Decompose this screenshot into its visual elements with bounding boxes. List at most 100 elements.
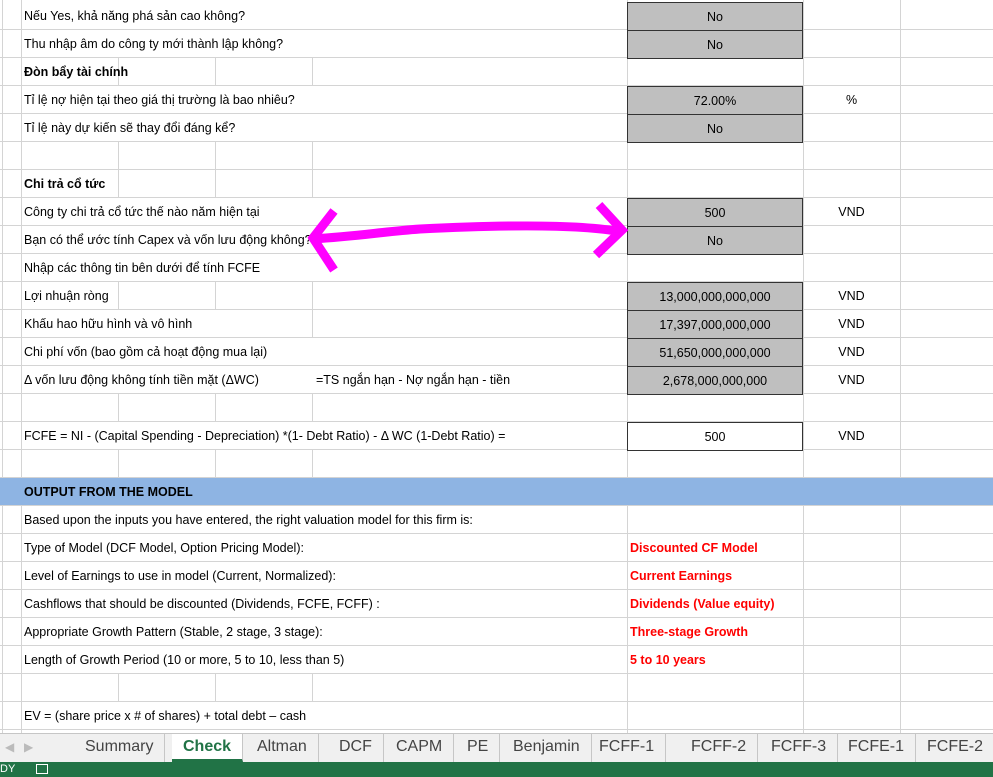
cell-gridline xyxy=(215,674,216,702)
tab-scroll-right-icon[interactable]: ▶ xyxy=(24,740,33,754)
table-row: Cashflows that should be discounted (Div… xyxy=(0,590,993,618)
table-row xyxy=(0,674,993,702)
spreadsheet-grid[interactable]: Nếu Yes, khả năng phá sản cao không? No Th… xyxy=(0,0,993,733)
tab-dcf[interactable]: DCF xyxy=(328,734,384,762)
cell-gridline xyxy=(215,394,216,422)
row-label: Nhập các thông tin bên dưới để tính FCFE xyxy=(24,261,261,275)
tab-summary[interactable]: Summary xyxy=(74,734,166,762)
cell-gridline xyxy=(118,142,119,170)
cell-gridline xyxy=(312,170,313,198)
cell-gridline xyxy=(312,394,313,422)
table-row: Khấu hao hữu hình và vô hình 17,397,000,0… xyxy=(0,310,993,339)
table-row: Công ty chi trả cổ tức thế nào năm hiện … xyxy=(0,198,993,227)
table-row: Nếu Yes, khả năng phá sản cao không? No xyxy=(0,2,993,31)
table-row: Lợi nhuận ròng 13,000,000,000,000 VND xyxy=(0,282,993,311)
tab-scroll-left-icon[interactable]: ◀ xyxy=(5,740,14,754)
cell-gridline xyxy=(215,58,216,86)
row-label: Type of Model (DCF Model, Option Pricing… xyxy=(24,541,304,555)
input-cell[interactable]: No xyxy=(627,226,803,255)
table-row: FCFE = NI - (Capital Spending - Deprecia… xyxy=(0,422,993,451)
input-cell[interactable]: 51,650,000,000,000 xyxy=(627,338,803,367)
row-label: Length of Growth Period (10 or more, 5 t… xyxy=(24,653,345,667)
row-label: Chi trả cổ tức xyxy=(24,177,106,191)
table-row: Thu nhập âm do công ty mới thành lập khô… xyxy=(0,30,993,59)
cell-gridline xyxy=(312,310,313,338)
table-row: Đòn bẩy tài chính xyxy=(0,58,993,86)
row-label: Δ vốn lưu động không tính tiền mặt (ΔWC) xyxy=(24,373,259,387)
unit-label: % xyxy=(845,93,858,107)
cell-gridline xyxy=(118,394,119,422)
row-label: Level of Earnings to use in model (Curre… xyxy=(24,569,336,583)
tab-altman[interactable]: Altman xyxy=(246,734,319,762)
table-row: Δ vốn lưu động không tính tiền mặt (ΔWC)… xyxy=(0,366,993,395)
row-label: Khấu hao hữu hình và vô hình xyxy=(24,317,193,331)
table-row: EV = (share price x # of shares) + total… xyxy=(0,702,993,730)
sheet-tab-bar: ◀ ▶ Summary Check Altman DCF CAPM PE Benjamin F… xyxy=(0,733,993,762)
cell-gridline xyxy=(118,282,119,310)
row-label: Thu nhập âm do công ty mới thành lập khô… xyxy=(24,37,284,51)
input-cell[interactable]: 13,000,000,000,000 xyxy=(627,282,803,311)
unit-label: VND xyxy=(838,289,865,303)
cell-gridline xyxy=(118,450,119,478)
row-label: Bạn có thể ước tính Capex và vốn lưu độn… xyxy=(24,233,312,247)
cell-gridline xyxy=(215,142,216,170)
cell-gridline xyxy=(312,58,313,86)
row-label: Tỉ lệ nợ hiện tại theo giá thị trường là… xyxy=(24,93,295,107)
row-label: Công ty chi trả cổ tức thế nào năm hiện … xyxy=(24,205,260,219)
tab-fcfe-2[interactable]: FCFE-2 xyxy=(916,734,993,762)
row-label: Appropriate Growth Pattern (Stable, 2 st… xyxy=(24,625,323,639)
formula-note: =TS ngắn hạn - Nợ ngắn hạn - tiền xyxy=(316,373,511,387)
tab-pe[interactable]: PE xyxy=(456,734,501,762)
input-cell[interactable]: 72.00% xyxy=(627,86,803,115)
cell-gridline xyxy=(118,674,119,702)
table-row: Tỉ lệ nợ hiện tại theo giá thị trường là… xyxy=(0,86,993,115)
tab-capm[interactable]: CAPM xyxy=(385,734,455,762)
input-cell[interactable]: 500 xyxy=(627,422,803,451)
model-result: Three-stage Growth xyxy=(630,625,749,639)
input-cell[interactable]: No xyxy=(627,2,803,31)
cell-gridline xyxy=(215,170,216,198)
model-result: Current Earnings xyxy=(630,569,733,583)
row-label: Based upon the inputs you have entered, … xyxy=(24,513,473,527)
tab-fcff-2[interactable]: FCFF-2 xyxy=(680,734,759,762)
cell-gridline xyxy=(312,142,313,170)
table-row xyxy=(0,394,993,422)
table-row: Length of Growth Period (10 or more, 5 t… xyxy=(0,646,993,674)
input-cell[interactable]: 2,678,000,000,000 xyxy=(627,366,803,395)
tab-benjamin[interactable]: Benjamin xyxy=(502,734,592,762)
table-row: Based upon the inputs you have entered, … xyxy=(0,506,993,534)
unit-label: VND xyxy=(838,345,865,359)
table-row: Appropriate Growth Pattern (Stable, 2 st… xyxy=(0,618,993,646)
cell-gridline xyxy=(312,282,313,310)
cell-gridline xyxy=(312,450,313,478)
table-row: Tỉ lệ này dự kiến sẽ thay đổi đáng kể? No xyxy=(0,114,993,143)
input-cell[interactable]: No xyxy=(627,114,803,143)
row-label: Tỉ lệ này dự kiến sẽ thay đổi đáng kể? xyxy=(24,121,236,135)
row-label: Chi phí vốn (bao gồm cả hoạt động mua lạ… xyxy=(24,345,268,359)
table-row: Type of Model (DCF Model, Option Pricing… xyxy=(0,534,993,562)
status-text: DY xyxy=(0,763,16,775)
model-result: 5 to 10 years xyxy=(630,653,706,667)
tab-fcff-3[interactable]: FCFF-3 xyxy=(760,734,839,762)
unit-label: VND xyxy=(838,429,865,443)
row-label: Lợi nhuận ròng xyxy=(24,289,109,303)
input-cell[interactable]: 500 xyxy=(627,198,803,227)
unit-label: VND xyxy=(838,373,865,387)
unit-label: VND xyxy=(838,205,865,219)
tab-check[interactable]: Check xyxy=(172,734,244,762)
table-row: Chi phí vốn (bao gồm cả hoạt động mua lạ… xyxy=(0,338,993,367)
macro-record-icon[interactable] xyxy=(36,764,48,774)
status-bar: DY xyxy=(0,762,993,777)
tab-fcff-1[interactable]: FCFF-1 xyxy=(588,734,667,762)
row-label: OUTPUT FROM THE MODEL xyxy=(24,485,193,499)
table-row: Level of Earnings to use in model (Curre… xyxy=(0,562,993,590)
row-label: EV = (share price x # of shares) + total… xyxy=(24,709,307,723)
table-row xyxy=(0,450,993,478)
input-cell[interactable]: No xyxy=(627,30,803,59)
table-row: Chi trả cổ tức xyxy=(0,170,993,198)
input-cell[interactable]: 17,397,000,000,000 xyxy=(627,310,803,339)
table-row: Bạn có thể ước tính Capex và vốn lưu độn… xyxy=(0,226,993,255)
tab-fcfe-1[interactable]: FCFE-1 xyxy=(837,734,916,762)
model-result: Dividends (Value equity) xyxy=(630,597,775,611)
table-row xyxy=(0,142,993,170)
